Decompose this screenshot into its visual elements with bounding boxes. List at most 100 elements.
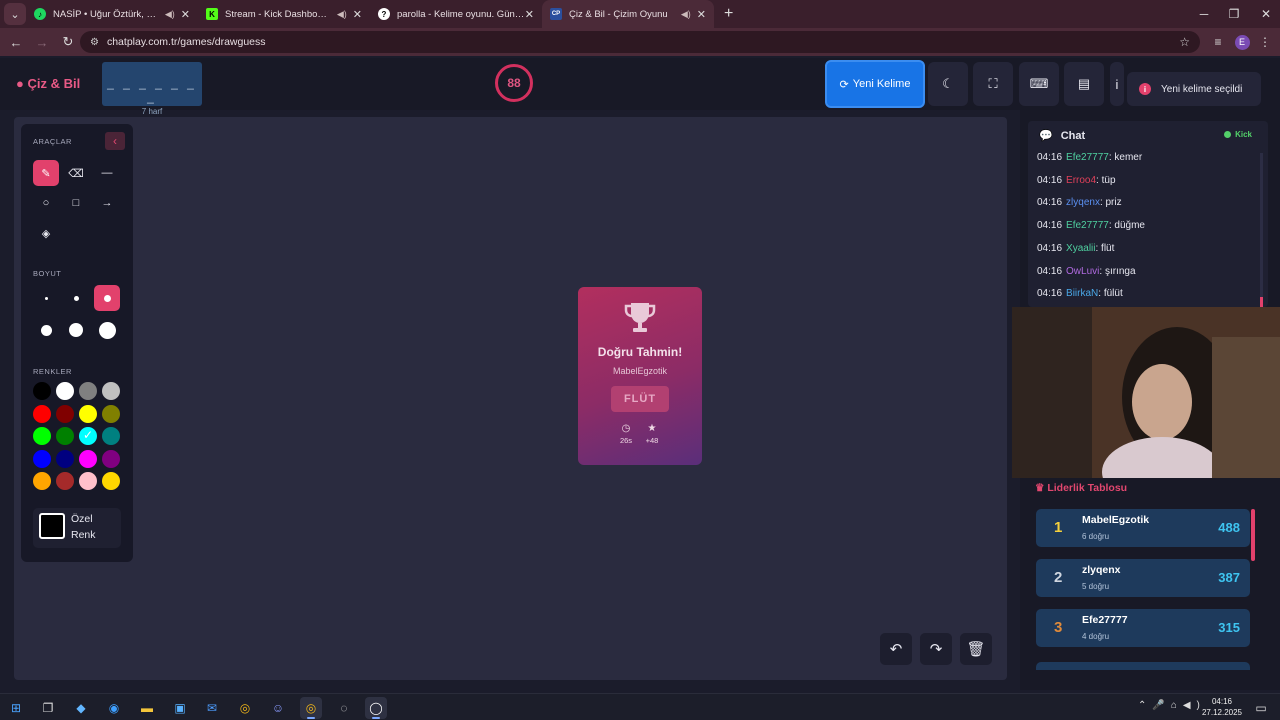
color-swatch[interactable] bbox=[102, 427, 120, 445]
reload-icon[interactable]: ↻ bbox=[56, 34, 80, 50]
size-option-6[interactable] bbox=[94, 317, 120, 343]
chat-panel: 💬 Chat Kick 04:16 Efe27777: kemer 04:16 Erro… bbox=[1028, 121, 1268, 307]
speaker-icon[interactable]: ◀) bbox=[337, 9, 347, 20]
info-button[interactable]: i bbox=[1110, 62, 1124, 106]
edge-icon[interactable]: ◉ bbox=[103, 697, 125, 719]
store-icon[interactable]: ▣ bbox=[169, 697, 191, 719]
player-score: 387 bbox=[1218, 570, 1240, 585]
correct-guess-card: Doğru Tahmin! MabelEgzotik FLÜT ◷ 26s ★ +4… bbox=[578, 287, 702, 465]
collapse-panel-button[interactable]: ‹ bbox=[105, 132, 125, 150]
message-user[interactable]: zlyqenx bbox=[1066, 197, 1100, 208]
size-option-5[interactable] bbox=[63, 317, 89, 343]
chat-title: Chat bbox=[1060, 129, 1086, 142]
fullscreen-button[interactable]: ⛶ bbox=[973, 62, 1013, 106]
eraser-tool[interactable]: ⌫ bbox=[63, 160, 89, 186]
browser-tab-4[interactable]: CP Çiz & Bil - Çizim Oyunu ◀) ✕ bbox=[542, 0, 714, 28]
size-option-1[interactable] bbox=[33, 285, 59, 311]
app-logo[interactable]: ● Çiz & Bil bbox=[16, 76, 80, 91]
color-swatch[interactable] bbox=[33, 450, 51, 468]
close-icon[interactable]: ✕ bbox=[181, 8, 190, 21]
file-explorer-icon[interactable]: ▬ bbox=[136, 697, 158, 719]
message-user[interactable]: Efe27777 bbox=[1066, 152, 1109, 163]
line-tool[interactable]: — bbox=[94, 160, 120, 186]
chrome-active-icon[interactable]: ◎ bbox=[300, 697, 322, 719]
color-swatch[interactable] bbox=[79, 405, 97, 423]
color-swatch[interactable] bbox=[79, 472, 97, 490]
app-icon[interactable]: ◯ bbox=[365, 697, 387, 719]
webcam-image bbox=[1012, 307, 1280, 478]
color-swatch[interactable] bbox=[102, 472, 120, 490]
taskbar-clock[interactable]: 04:16 27.12.2025 bbox=[1200, 696, 1244, 718]
speaker-icon[interactable]: ◀) bbox=[165, 9, 175, 20]
url-bar[interactable]: ⚙ chatplay.com.tr/games/drawguess ☆ bbox=[80, 31, 1200, 53]
color-swatch[interactable] bbox=[79, 450, 97, 468]
discord-icon[interactable]: ☺ bbox=[267, 697, 289, 719]
size-option-3[interactable] bbox=[94, 285, 120, 311]
obs-icon[interactable]: ◌ bbox=[333, 697, 355, 719]
color-swatch[interactable] bbox=[56, 472, 74, 490]
drawing-canvas[interactable] bbox=[14, 117, 1007, 680]
color-swatch[interactable] bbox=[56, 382, 74, 400]
custom-color-button[interactable]: Özel Renk bbox=[33, 508, 121, 548]
archive-button[interactable]: ▤ bbox=[1064, 62, 1104, 106]
browser-tab-1[interactable]: ♪ NASİP • Uğur Öztürk, Stap ◀) ✕ bbox=[26, 0, 198, 28]
forward-arrow-icon[interactable]: → bbox=[30, 35, 54, 50]
new-word-button[interactable]: ⟳ Yeni Kelime bbox=[825, 60, 925, 108]
color-swatch[interactable] bbox=[33, 382, 51, 400]
task-view-icon[interactable]: ❐ bbox=[37, 697, 59, 719]
rectangle-tool[interactable]: □ bbox=[63, 190, 89, 216]
color-swatch[interactable] bbox=[33, 405, 51, 423]
color-swatch[interactable] bbox=[56, 450, 74, 468]
color-swatch[interactable] bbox=[56, 427, 74, 445]
leaderboard-scrollbar[interactable] bbox=[1251, 509, 1255, 561]
dark-mode-button[interactable]: ☾ bbox=[928, 62, 968, 106]
color-swatch[interactable] bbox=[33, 472, 51, 490]
color-swatch[interactable] bbox=[102, 450, 120, 468]
close-icon[interactable]: ✕ bbox=[353, 8, 362, 21]
browser-menu-icon[interactable]: ⋮ bbox=[1256, 28, 1274, 56]
media-control-icon[interactable]: ≡ bbox=[1208, 28, 1228, 56]
fill-tool[interactable]: ◈ bbox=[33, 220, 59, 246]
close-window-button[interactable]: ✕ bbox=[1250, 0, 1280, 28]
chrome-icon[interactable]: ◎ bbox=[234, 697, 256, 719]
color-swatch[interactable] bbox=[79, 382, 97, 400]
color-swatch[interactable] bbox=[102, 382, 120, 400]
message-user[interactable]: Erroo4 bbox=[1066, 175, 1096, 186]
site-info-icon[interactable]: ⚙ bbox=[90, 37, 99, 48]
size-option-2[interactable] bbox=[63, 285, 89, 311]
color-swatch[interactable] bbox=[33, 427, 51, 445]
speaker-icon[interactable]: ◀) bbox=[681, 9, 691, 20]
undo-button[interactable]: ↶ bbox=[880, 633, 912, 665]
size-option-4[interactable] bbox=[33, 317, 59, 343]
close-icon[interactable]: ✕ bbox=[525, 8, 534, 21]
minimize-button[interactable]: ─ bbox=[1188, 0, 1220, 28]
bookmark-star-icon[interactable]: ☆ bbox=[1179, 35, 1190, 49]
color-swatch[interactable] bbox=[56, 405, 74, 423]
chat-scrollbar[interactable] bbox=[1260, 153, 1263, 307]
new-tab-button[interactable]: + bbox=[724, 5, 733, 23]
message-user[interactable]: Xyaalii bbox=[1066, 243, 1095, 254]
windows-start-icon[interactable]: ⊞ bbox=[5, 697, 27, 719]
message-user[interactable]: BiirkaN bbox=[1066, 288, 1098, 299]
avatar[interactable]: E bbox=[1234, 34, 1250, 50]
circle-tool[interactable]: ○ bbox=[33, 190, 59, 216]
copilot-icon[interactable]: ◆ bbox=[70, 697, 92, 719]
browser-tab-2[interactable]: K Stream - Kick Dashboard ◀) ✕ bbox=[198, 0, 370, 28]
notification-icon[interactable]: ▭ bbox=[1250, 697, 1272, 719]
redo-button[interactable]: ↷ bbox=[920, 633, 952, 665]
color-swatch[interactable] bbox=[102, 405, 120, 423]
browser-tab-3[interactable]: ? parolla - Kelime oyunu. Günlük ✕ bbox=[370, 0, 542, 28]
color-swatch[interactable] bbox=[79, 427, 97, 445]
mail-icon[interactable]: ✉ bbox=[201, 697, 223, 719]
close-icon[interactable]: ✕ bbox=[697, 8, 706, 21]
tab-search-icon[interactable]: ⌄ bbox=[4, 3, 26, 25]
message-user[interactable]: Efe27777 bbox=[1066, 220, 1109, 231]
clear-canvas-button[interactable]: 🗑 bbox=[960, 633, 992, 665]
keyboard-button[interactable]: ⌨ bbox=[1019, 62, 1059, 106]
restore-button[interactable]: ❐ bbox=[1218, 0, 1250, 28]
system-tray[interactable]: ⌃🎤⌂◀) bbox=[1138, 700, 1206, 711]
arrow-tool[interactable]: → bbox=[94, 190, 120, 216]
message-user[interactable]: OwLuvi bbox=[1066, 266, 1099, 277]
back-arrow-icon[interactable]: ← bbox=[4, 35, 28, 50]
brush-tool[interactable]: ✎ bbox=[33, 160, 59, 186]
